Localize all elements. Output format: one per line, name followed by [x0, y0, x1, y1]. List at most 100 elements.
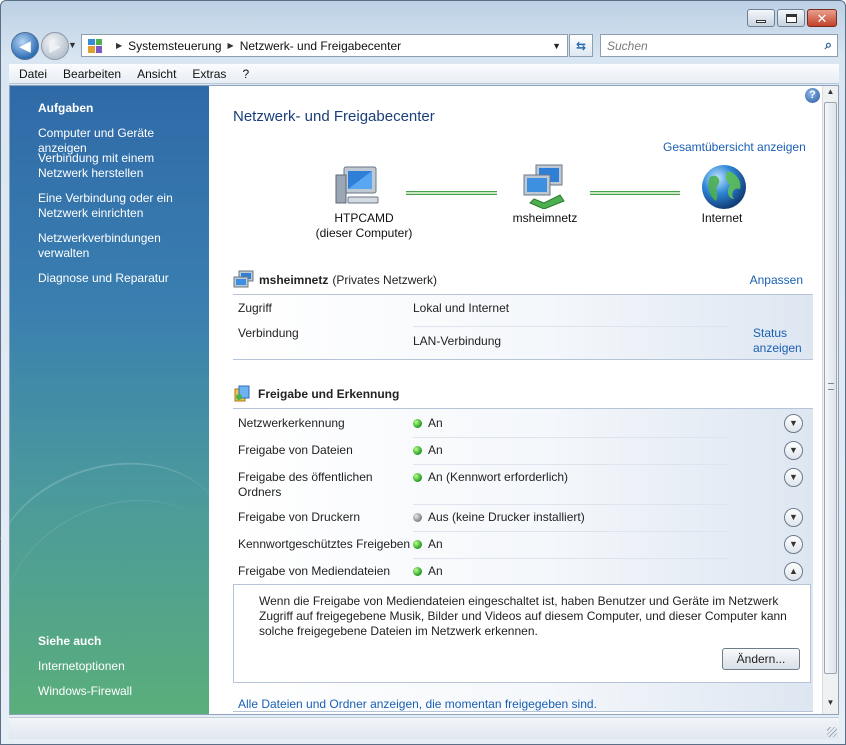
computer-icon[interactable]: [334, 163, 384, 209]
collapse-button[interactable]: ▲: [784, 562, 803, 581]
expand-button[interactable]: ▼: [784, 441, 803, 460]
globe-icon[interactable]: [700, 163, 748, 211]
search-box[interactable]: Suchen ⌕: [600, 34, 838, 57]
maximize-button[interactable]: [777, 9, 805, 27]
link-internet-options[interactable]: Internetoptionen: [38, 659, 206, 674]
row-label: Freigabe von Mediendateien: [238, 564, 391, 578]
expand-button[interactable]: ▼: [784, 535, 803, 554]
grip-icon: [828, 383, 834, 390]
forward-button[interactable]: ▶: [41, 32, 69, 60]
sharing-row: Freigabe von Dateien An: [233, 443, 813, 463]
row-status: An: [413, 564, 443, 578]
row-value: Aus (keine Drucker installiert): [428, 510, 585, 524]
row-divider: [413, 326, 728, 327]
access-value: Lokal und Internet: [413, 301, 510, 315]
sharing-row: Netzwerkerkennung An: [233, 416, 813, 436]
computer-label: HTPCAMD (dieser Computer): [304, 211, 424, 241]
status-off-icon: [413, 513, 422, 523]
menu-extras[interactable]: Extras: [192, 67, 226, 81]
scroll-down-icon[interactable]: ▼: [823, 698, 838, 712]
chevron-down-icon: ▼: [789, 539, 798, 549]
expand-button[interactable]: ▼: [784, 508, 803, 527]
close-button[interactable]: ✕: [807, 9, 837, 27]
explorer-window: ✕ ◀ ▶ ▼ ▶ Systemsteuerung ▶ Netzwerk- un…: [0, 0, 846, 745]
row-label: Kennwortgeschütztes Freigeben: [238, 537, 411, 551]
resize-grip-icon[interactable]: [827, 727, 837, 737]
expand-button[interactable]: ▼: [784, 468, 803, 487]
breadcrumb-separator[interactable]: ▶: [228, 41, 234, 50]
sharing-row: Freigabe von Mediendateien An: [233, 564, 813, 584]
navigation-bar: ◀ ▶ ▼ ▶ Systemsteuerung ▶ Netzwerk- und …: [9, 31, 839, 61]
internet-label: Internet: [701, 211, 743, 225]
menu-datei[interactable]: Datei: [19, 67, 47, 81]
network-type: (Privates Netzwerk): [332, 273, 438, 287]
scroll-thumb[interactable]: [824, 102, 837, 674]
row-status: An: [413, 443, 443, 457]
connection-line: [590, 191, 680, 195]
address-bar[interactable]: ▶ Systemsteuerung ▶ Netzwerk- und Freiga…: [81, 34, 568, 57]
row-label-line: Freigabe des öffentlichen: [238, 470, 373, 484]
back-button[interactable]: ◀: [11, 32, 39, 60]
access-label: Zugriff: [238, 301, 272, 315]
chevron-down-icon: ▼: [789, 445, 798, 455]
network-icon[interactable]: [520, 163, 570, 209]
row-divider: [413, 558, 728, 559]
breadcrumb-network-center[interactable]: Netzwerk- und Freigabecenter: [240, 39, 401, 53]
status-link-text[interactable]: Status: [753, 326, 802, 341]
search-input[interactable]: Suchen: [607, 39, 648, 53]
menu-help[interactable]: ?: [242, 67, 249, 81]
window-controls: ✕: [747, 9, 837, 27]
refresh-button[interactable]: ⇆: [569, 34, 593, 57]
status-on-icon: [413, 567, 422, 577]
row-status: An: [413, 416, 443, 430]
overview-link[interactable]: Gesamtübersicht anzeigen: [663, 140, 806, 154]
row-value: An: [428, 564, 443, 578]
chevron-up-icon: ▲: [789, 566, 798, 576]
network-header: msheimnetz (Privates Netzwerk) Anpassen: [233, 268, 813, 292]
link-windows-firewall[interactable]: Windows-Firewall: [38, 684, 206, 699]
all-shared-files-link[interactable]: Alle Dateien und Ordner anzeigen, die mo…: [238, 697, 597, 711]
row-label: Freigabe von Druckern: [238, 510, 361, 524]
sharing-section: Freigabe und Erkennung Netzwerkerkennung…: [233, 382, 813, 712]
status-link-text[interactable]: anzeigen: [753, 341, 802, 356]
chevron-down-icon: ▼: [789, 512, 798, 522]
page-title: Netzwerk- und Freigabecenter: [233, 108, 435, 125]
minimize-icon: [756, 19, 766, 23]
menu-ansicht[interactable]: Ansicht: [137, 67, 176, 81]
chevron-down-icon: ▼: [789, 418, 798, 428]
main-panel: ? Netzwerk- und Freigabecenter Gesamtübe…: [210, 86, 824, 714]
sharing-row: Freigabe von Druckern Aus (keine Drucker…: [233, 510, 813, 530]
row-divider: [413, 464, 728, 465]
breadcrumb-systemsteuerung[interactable]: Systemsteuerung: [128, 39, 221, 53]
status-link[interactable]: Status anzeigen: [753, 326, 802, 356]
minimize-button[interactable]: [747, 9, 775, 27]
task-connect-network[interactable]: Verbindung mit einem Netzwerk herstellen: [38, 151, 206, 181]
scroll-up-icon[interactable]: ▲: [823, 87, 838, 101]
close-icon: ✕: [816, 10, 828, 26]
breadcrumb-separator[interactable]: ▶: [116, 41, 122, 50]
status-bar: [9, 717, 839, 739]
row-label: Freigabe von Dateien: [238, 443, 353, 457]
media-description: Wenn die Freigabe von Mediendateien eing…: [259, 594, 787, 638]
refresh-icon: ⇆: [575, 38, 587, 53]
search-icon[interactable]: ⌕: [825, 37, 832, 53]
expand-button[interactable]: ▼: [784, 414, 803, 433]
address-dropdown-icon[interactable]: ▼: [552, 41, 561, 51]
recent-pages-dropdown[interactable]: ▼: [68, 40, 77, 50]
menu-bearbeiten[interactable]: Bearbeiten: [63, 67, 121, 81]
network-section: msheimnetz (Privates Netzwerk) Anpassen …: [233, 268, 813, 360]
back-arrow-icon: ◀: [19, 37, 31, 55]
change-button[interactable]: Ändern...: [722, 648, 800, 670]
task-setup-connection[interactable]: Eine Verbindung oder ein Netzwerk einric…: [38, 191, 206, 221]
row-value: An (Kennwort erforderlich): [428, 470, 569, 484]
customize-link[interactable]: Anpassen: [750, 273, 803, 287]
row-label: Freigabe des öffentlichen Ordners: [238, 470, 373, 500]
vertical-scrollbar[interactable]: ▲ ▼: [822, 86, 838, 714]
task-manage-connections[interactable]: Netzwerkverbindungen verwalten: [38, 231, 206, 261]
row-value: An: [428, 443, 443, 457]
media-sharing-details: Wenn die Freigabe von Mediendateien eing…: [233, 584, 811, 683]
task-diagnose-repair[interactable]: Diagnose und Reparatur: [38, 271, 206, 286]
help-icon[interactable]: ?: [805, 88, 820, 103]
row-value: An: [428, 416, 443, 430]
sharing-header: Freigabe und Erkennung: [233, 382, 813, 406]
